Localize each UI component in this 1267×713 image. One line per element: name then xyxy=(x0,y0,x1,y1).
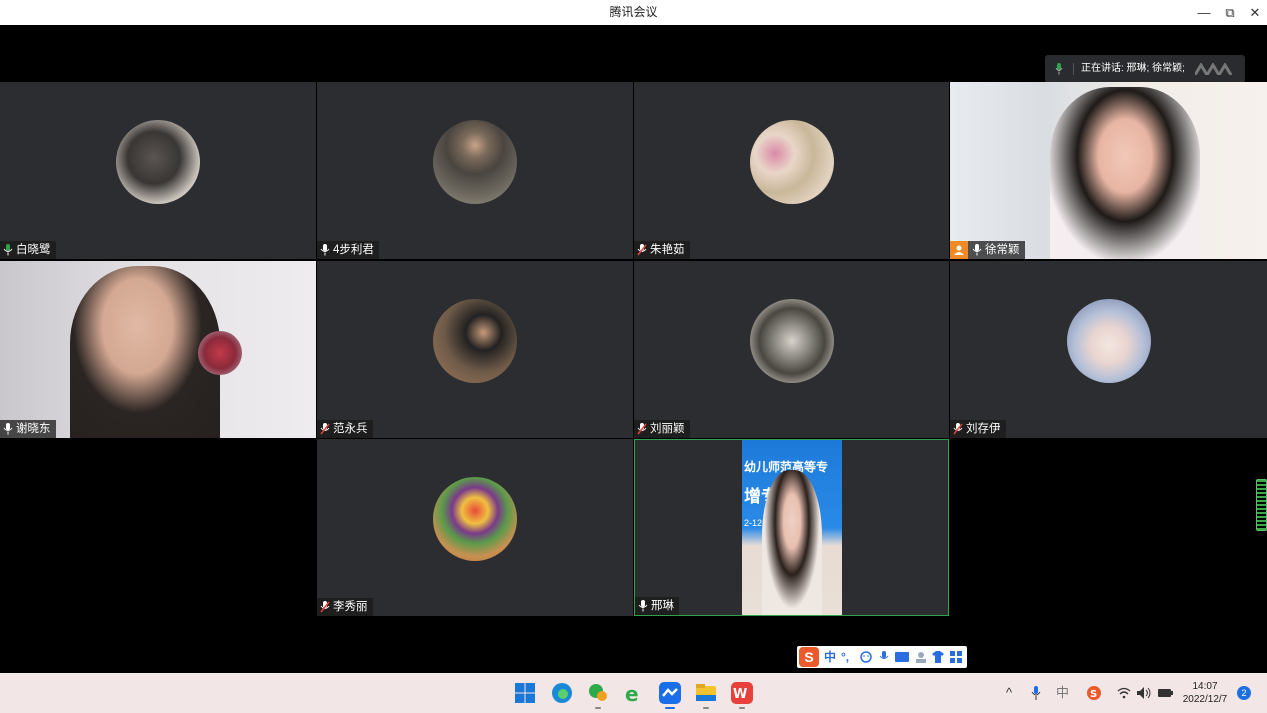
mic-icon xyxy=(3,244,13,256)
avatar xyxy=(116,119,200,204)
flowers-decor xyxy=(198,331,242,375)
video-tile[interactable]: 李秀丽 xyxy=(317,439,633,616)
participant-name: 范永兵 xyxy=(333,423,368,435)
participant-name: 谢晓东 xyxy=(16,423,51,435)
sogou-logo-icon: S xyxy=(799,647,819,667)
svg-text:W: W xyxy=(733,687,747,702)
separator xyxy=(1073,63,1074,75)
video-tile[interactable]: 刘存伊 xyxy=(950,261,1267,438)
video-tile[interactable]: 谢晓东 xyxy=(0,261,316,438)
ime-toolbar[interactable]: S 中 °, xyxy=(797,646,967,668)
speaking-text: 正在讲话: 邢琳; 徐常颖; xyxy=(1081,63,1185,74)
user-icon[interactable] xyxy=(915,651,927,663)
participant-name: 白晓鹭 xyxy=(16,244,51,256)
participant-name: 李秀丽 xyxy=(333,601,368,613)
restore-button[interactable]: ⧉ xyxy=(1218,0,1242,25)
name-tag: 朱艳茹 xyxy=(634,241,690,259)
avatar xyxy=(749,119,834,204)
video-tile[interactable]: 刘丽颖 xyxy=(634,261,949,438)
system-clock[interactable]: 14:07 2022/12/7 xyxy=(1180,680,1230,706)
avatar xyxy=(1066,298,1151,383)
name-tag: 白晓鹭 xyxy=(0,241,56,259)
mic-icon xyxy=(320,244,330,256)
mic-muted-icon xyxy=(637,423,647,435)
minimize-button[interactable]: — xyxy=(1192,0,1216,25)
wifi-icon[interactable] xyxy=(1117,686,1131,700)
file-explorer-icon[interactable] xyxy=(694,681,718,705)
wps-office-icon[interactable]: W xyxy=(730,681,754,705)
name-tag: 刘丽颖 xyxy=(634,420,690,438)
wechat-browser-icon[interactable] xyxy=(586,681,610,705)
keyboard-icon[interactable] xyxy=(895,652,909,662)
volume-level-meter xyxy=(1256,479,1267,531)
name-tag: 李秀丽 xyxy=(317,598,373,616)
name-tag: 范永兵 xyxy=(317,420,373,438)
video-tile-active-speaker[interactable]: 幼儿师范高等专 增专 2-12- 邢琳 xyxy=(634,439,949,616)
emoji-icon[interactable] xyxy=(860,651,872,663)
mic-muted-icon xyxy=(320,601,330,613)
avatar xyxy=(433,119,517,204)
participant-name: 刘存伊 xyxy=(966,423,1001,435)
participant-name: 刘丽颖 xyxy=(650,423,685,435)
video-tile[interactable]: 朱艳茹 xyxy=(634,82,949,259)
close-button[interactable]: ✕ xyxy=(1243,0,1267,25)
battery-icon[interactable] xyxy=(1158,687,1174,699)
video-tile[interactable]: 范永兵 xyxy=(317,261,633,438)
running-indicator xyxy=(739,707,745,709)
edge-browser-icon[interactable] xyxy=(550,681,574,705)
shared-video-feed: 幼儿师范高等专 增专 2-12- xyxy=(742,440,842,615)
avatar xyxy=(433,298,517,383)
microphone-icon[interactable] xyxy=(1031,686,1041,700)
presenter xyxy=(762,470,822,615)
mic-icon xyxy=(1055,63,1063,75)
active-indicator xyxy=(665,707,675,709)
name-tag: 刘存伊 xyxy=(950,420,1006,438)
ime-language-indicator[interactable]: 中 xyxy=(1056,673,1069,713)
running-indicator xyxy=(595,707,601,709)
name-tag: 邢琳 xyxy=(635,597,679,615)
mic-icon xyxy=(3,423,13,435)
video-feed xyxy=(1050,87,1200,259)
video-tile[interactable]: 白晓鹭 xyxy=(0,82,316,259)
speaking-indicator: 正在讲话: 邢琳; 徐常颖; xyxy=(1045,55,1245,83)
ime-punct-toggle[interactable]: °, xyxy=(841,646,849,668)
mic-icon xyxy=(638,600,648,612)
taskbar: e W ^ 中 S 14:07 2022/12/7 2 xyxy=(0,673,1267,713)
host-badge-icon xyxy=(950,241,968,259)
voice-input-icon[interactable] xyxy=(879,651,889,663)
volume-icon[interactable] xyxy=(1136,686,1152,700)
skin-icon[interactable] xyxy=(932,651,944,663)
avatar xyxy=(433,476,517,561)
tencent-meeting-icon[interactable] xyxy=(658,681,682,705)
ie-browser-icon[interactable]: e xyxy=(622,681,646,705)
participant-name: 邢琳 xyxy=(651,600,674,612)
windows-start-icon[interactable] xyxy=(513,681,537,705)
running-indicator xyxy=(703,707,709,709)
name-tag: 4步利君 xyxy=(317,241,379,259)
svg-text:S: S xyxy=(1090,689,1097,700)
mic-muted-icon xyxy=(953,423,963,435)
video-tile[interactable]: 4步利君 xyxy=(317,82,633,259)
mic-muted-icon xyxy=(637,244,647,256)
ime-mode-toggle[interactable]: 中 xyxy=(824,646,836,668)
name-tag: 徐常颖 xyxy=(950,241,1025,259)
toolbox-icon[interactable] xyxy=(950,651,962,663)
title-bar: 腾讯会议 — ⧉ ✕ xyxy=(0,0,1267,25)
sogou-tray-icon[interactable]: S xyxy=(1086,685,1102,701)
avatar xyxy=(749,298,834,383)
mic-muted-icon xyxy=(320,423,330,435)
notification-badge[interactable]: 2 xyxy=(1237,686,1251,700)
participant-name: 朱艳茹 xyxy=(650,244,685,256)
svg-text:e: e xyxy=(625,682,639,705)
mic-icon xyxy=(972,244,982,256)
name-tag: 谢晓东 xyxy=(0,420,56,438)
window-title: 腾讯会议 xyxy=(609,5,658,19)
participant-name: 4步利君 xyxy=(333,244,374,256)
clock-date: 2022/12/7 xyxy=(1182,694,1228,705)
tray-overflow-chevron[interactable]: ^ xyxy=(1006,673,1012,713)
participant-name: 徐常颖 xyxy=(985,244,1020,256)
video-tile[interactable]: 徐常颖 xyxy=(950,82,1267,259)
clock-time: 14:07 xyxy=(1192,681,1218,692)
audio-wave-icon xyxy=(1195,63,1233,75)
